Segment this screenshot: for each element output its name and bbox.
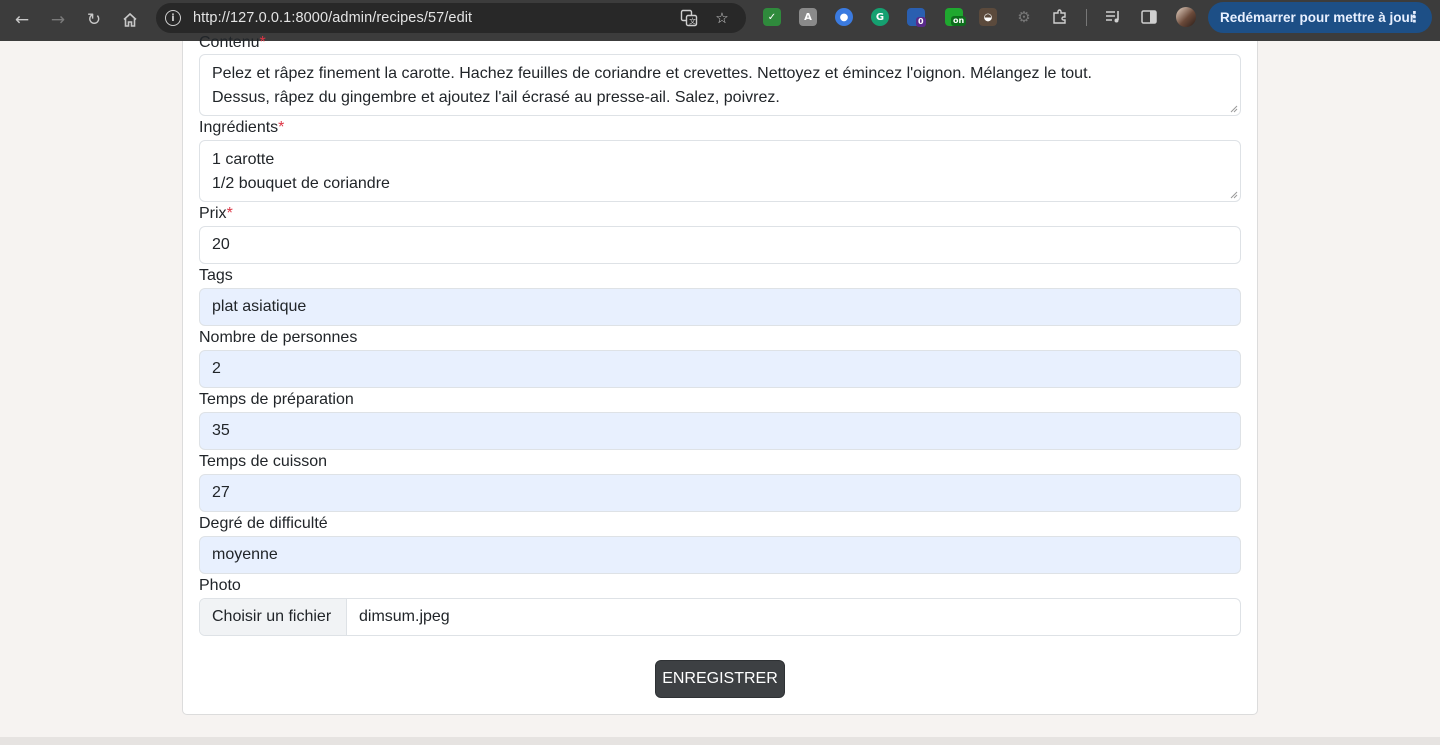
resize-handle-icon[interactable]: [1230, 191, 1238, 199]
tags-label: Tags: [199, 267, 233, 284]
difficulte-input[interactable]: moyenne: [199, 536, 1241, 574]
translate-icon[interactable]: 文: [679, 8, 699, 28]
choose-file-button[interactable]: Choisir un fichier: [200, 599, 347, 635]
home-icon[interactable]: [116, 6, 144, 34]
page-bottom-background: [0, 737, 1440, 745]
forward-arrow-icon[interactable]: →: [44, 6, 72, 34]
cuisson-input[interactable]: 27: [199, 474, 1241, 512]
ingredients-textarea[interactable]: 1 carotte 1/2 bouquet de coriandre: [199, 140, 1241, 202]
badge-0-extension-icon[interactable]: 0: [907, 8, 926, 27]
prix-label: Prix*: [199, 205, 233, 222]
contenu-line: Dessus, râpez du gingembre et ajoutez l'…: [212, 89, 780, 106]
restart-update-label: Redémarrer pour mettre à jour: [1220, 10, 1416, 25]
contenu-textarea[interactable]: Pelez et râpez finement la carotte. Hach…: [199, 54, 1241, 116]
url-text: http://127.0.0.1:8000/admin/recipes/57/e…: [193, 10, 473, 26]
personnes-label: Nombre de personnes: [199, 329, 358, 346]
ingredients-label: Ingrédients*: [199, 119, 285, 136]
difficulte-label: Degré de difficulté: [199, 515, 328, 532]
photo-label: Photo: [199, 577, 241, 594]
file-name-text: dimsum.jpeg: [359, 608, 450, 625]
svg-text:文: 文: [689, 17, 696, 26]
back-arrow-icon[interactable]: ←: [8, 6, 36, 34]
circle-extension-icon[interactable]: ●: [835, 8, 853, 26]
more-menu-icon[interactable]: ⋮: [1407, 8, 1422, 26]
save-button[interactable]: ENREGISTRER: [655, 660, 785, 698]
on-badge: on: [951, 16, 967, 26]
restart-update-button[interactable]: Redémarrer pour mettre à jour ⋮: [1208, 2, 1432, 33]
personnes-input[interactable]: 2: [199, 350, 1241, 388]
ingredients-line: 1/2 bouquet de coriandre: [212, 175, 390, 192]
mail-check-icon[interactable]: ✓: [763, 8, 781, 26]
site-info-icon[interactable]: i: [165, 10, 181, 26]
grammarly-icon[interactable]: G: [871, 8, 889, 26]
ingredients-line: 1 carotte: [212, 151, 275, 168]
media-queue-icon[interactable]: [1104, 8, 1122, 26]
toolbar-separator: [1086, 9, 1087, 26]
contenu-line: Pelez et râpez finement la carotte. Hach…: [212, 65, 1092, 82]
font-extension-icon[interactable]: A: [799, 8, 817, 26]
reload-icon[interactable]: ↻: [80, 6, 108, 34]
prix-input[interactable]: 20: [199, 226, 1241, 264]
resize-handle-icon[interactable]: [1230, 105, 1238, 113]
preparation-input[interactable]: 35: [199, 412, 1241, 450]
address-bar[interactable]: i http://127.0.0.1:8000/admin/recipes/57…: [156, 3, 746, 33]
puzzle-icon[interactable]: [1051, 8, 1069, 26]
contenu-label: Contenu*: [199, 34, 266, 51]
preparation-label: Temps de préparation: [199, 391, 354, 408]
on-extension-icon[interactable]: on: [945, 8, 967, 26]
photo-file-input[interactable]: Choisir un fichier dimsum.jpeg: [199, 598, 1241, 636]
side-panel-icon[interactable]: [1140, 8, 1158, 26]
gear-extension-icon[interactable]: ⚙: [1015, 8, 1033, 26]
bread-extension-icon[interactable]: ◒: [979, 8, 997, 26]
cuisson-label: Temps de cuisson: [199, 453, 328, 470]
counter-badge: 0: [916, 17, 926, 27]
tags-input[interactable]: plat asiatique: [199, 288, 1241, 326]
profile-avatar[interactable]: [1176, 7, 1196, 27]
bookmark-star-icon[interactable]: ☆: [712, 8, 732, 28]
